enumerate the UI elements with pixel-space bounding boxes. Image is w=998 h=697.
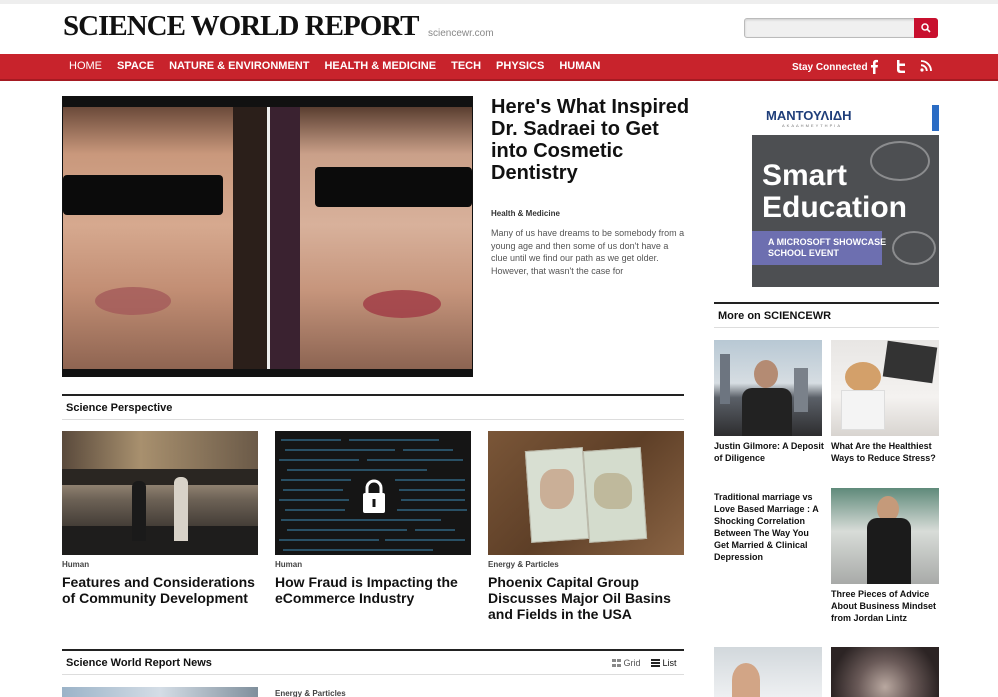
list-label: List — [662, 658, 677, 668]
ad-brand-sub: ΑΚΑΔΗΜΕΥΤΗΡΙΑ — [782, 123, 843, 128]
before-after-photo — [63, 107, 472, 369]
sign-banner — [62, 431, 258, 469]
cloud-doodle-icon — [870, 141, 930, 181]
card-image-fraud[interactable] — [275, 431, 471, 555]
rss-icon[interactable] — [920, 59, 933, 72]
nav-item-health-medicine[interactable]: HEALTH & MEDICINE — [324, 60, 436, 72]
cloud-doodle-icon-2 — [892, 231, 936, 265]
person-head — [732, 663, 760, 697]
grid-icon — [612, 659, 621, 667]
sidebar-title-4[interactable]: Three Pieces of Advice About Business Mi… — [831, 588, 941, 624]
featured-image[interactable] — [62, 96, 473, 377]
nav-item-human[interactable]: HUMAN — [559, 60, 600, 72]
sidebar-title-1[interactable]: Justin Gilmore: A Deposit of Diligence — [714, 440, 824, 464]
ad-body: Smart Education A MICROSOFT SHOWCASE SCH… — [752, 135, 939, 287]
sidebar-ad[interactable]: ΜΑΝΤΟΥΛΙΔΗ ΑΚΑΔΗΜΕΥΤΗΡΙΑ Smart Education… — [752, 103, 939, 287]
featured-category[interactable]: Health & Medicine — [491, 209, 560, 218]
section-title: Science Perspective — [66, 402, 173, 414]
more-header: More on SCIENCEWR — [714, 302, 939, 328]
nav-item-tech[interactable]: TECH — [451, 60, 481, 72]
grid-view-button[interactable]: Grid — [612, 658, 641, 668]
twitter-icon[interactable] — [894, 59, 907, 74]
stage-floor — [62, 526, 258, 555]
person-head — [754, 360, 778, 388]
more-title: More on SCIENCEWR — [718, 310, 832, 322]
ad-brand-name: ΜΑΝΤΟΥΛΙΔΗ — [766, 108, 852, 123]
person-silhouette — [132, 481, 146, 541]
padlock-icon — [363, 479, 385, 513]
face-after — [270, 107, 472, 369]
search-icon — [921, 23, 931, 33]
featured-description: Many of us have dreams to be somebody fr… — [491, 228, 685, 276]
lips-right — [363, 290, 441, 318]
list-view-button[interactable]: List — [651, 658, 677, 668]
person-body — [867, 518, 911, 584]
hair-shadow — [233, 107, 267, 369]
nav-items: HOME SPACE NATURE & ENVIRONMENT HEALTH &… — [69, 60, 615, 72]
sidebar-title-3[interactable]: Traditional marriage vs Love Based Marri… — [714, 491, 826, 563]
stay-connected-label: Stay Connected — [792, 62, 868, 73]
list-icon — [651, 659, 660, 667]
nav-item-home[interactable]: HOME — [69, 60, 102, 72]
nav-item-space[interactable]: SPACE — [117, 60, 154, 72]
ad-headline-2: Education — [762, 191, 908, 224]
top-border — [0, 0, 998, 4]
search-button[interactable] — [914, 18, 938, 38]
news-first-image[interactable] — [62, 687, 258, 697]
news-first-category[interactable]: Energy & Particles — [275, 689, 346, 697]
building-silhouette-2 — [794, 368, 808, 412]
building-silhouette — [720, 354, 730, 404]
news-section-title: Science World Report News — [66, 657, 212, 669]
card-image-community[interactable] — [62, 431, 258, 555]
map-land-2 — [594, 473, 632, 509]
site-logo[interactable]: SCIENCE WORLD REPORT — [63, 10, 420, 43]
sidebar-image-6[interactable] — [831, 647, 939, 697]
nav-item-nature-environment[interactable]: NATURE & ENVIRONMENT — [169, 60, 309, 72]
hair-shadow-right — [270, 107, 300, 369]
grid-label: Grid — [623, 658, 641, 668]
laptop-icon — [882, 340, 938, 384]
person-silhouette-2 — [174, 477, 188, 541]
news-header: Science World Report News — [62, 649, 684, 675]
ad-band-text: A MICROSOFT SHOWCASE SCHOOL EVENT — [768, 237, 887, 258]
card-category-1[interactable]: Human — [62, 560, 89, 569]
card-title-2[interactable]: How Fraud is Impacting the eCommerce Ind… — [275, 574, 475, 606]
site-domain: sciencewr.com — [428, 28, 494, 39]
map-land — [540, 469, 574, 509]
eye-censor-bar — [63, 175, 223, 215]
featured-title[interactable]: Here's What Inspired Dr. Sadraei to Get … — [491, 96, 691, 184]
ad-brand-bar: ΜΑΝΤΟΥΛΙΔΗ ΑΚΑΔΗΜΕΥΤΗΡΙΑ — [752, 103, 939, 135]
card-title-1[interactable]: Features and Considerations of Community… — [62, 574, 262, 606]
sidebar-image-stress[interactable] — [831, 340, 939, 436]
eye-censor-bar-right — [315, 167, 472, 207]
ad-flag-icon — [932, 105, 939, 131]
card-image-oil[interactable] — [488, 431, 684, 555]
card-category-3[interactable]: Energy & Particles — [488, 560, 559, 569]
marquee-strip — [62, 469, 258, 485]
science-perspective-header: Science Perspective — [62, 394, 684, 420]
search-input[interactable] — [749, 21, 909, 36]
search-box — [744, 18, 938, 38]
sidebar-image-jordan[interactable] — [831, 488, 939, 584]
nav-item-physics[interactable]: PHYSICS — [496, 60, 544, 72]
ad-headline-1: Smart — [762, 159, 848, 192]
sidebar-image-5[interactable] — [714, 647, 822, 697]
card-title-3[interactable]: Phoenix Capital Group Discusses Major Oi… — [488, 574, 688, 622]
person-body — [742, 388, 792, 436]
main-nav: HOME SPACE NATURE & ENVIRONMENT HEALTH &… — [0, 54, 998, 81]
hair-shape — [845, 362, 881, 392]
facebook-icon[interactable] — [869, 59, 879, 74]
sidebar-image-justin[interactable] — [714, 340, 822, 436]
card-category-2[interactable]: Human — [275, 560, 302, 569]
lips-left — [95, 287, 171, 315]
shirt-shape — [841, 390, 885, 430]
sidebar-title-2[interactable]: What Are the Healthiest Ways to Reduce S… — [831, 440, 941, 464]
